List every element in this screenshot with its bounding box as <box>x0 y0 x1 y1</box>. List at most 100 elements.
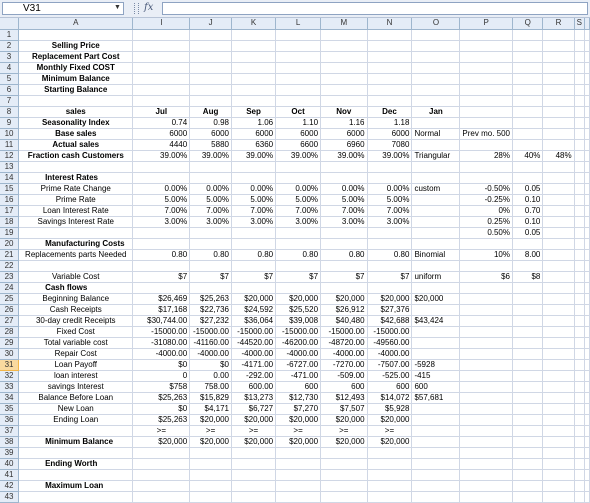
cell-p7[interactable] <box>459 95 513 107</box>
cell-q23[interactable]: $8 <box>512 271 544 283</box>
cell-a15[interactable]: Prime Rate Change <box>18 183 134 195</box>
cell-p18[interactable]: 0.25% <box>459 216 513 228</box>
cell-k28[interactable]: -15000.00 <box>231 326 277 338</box>
cell-l8[interactable]: Oct <box>275 106 322 118</box>
cell-j5[interactable] <box>189 73 232 85</box>
cell-p5[interactable] <box>459 73 513 85</box>
cell-k37[interactable]: >= <box>231 425 277 437</box>
cell-i3[interactable] <box>132 51 191 63</box>
row-header-27[interactable]: 27 <box>0 315 20 327</box>
cell-a26[interactable]: Cash Receipts <box>18 304 134 316</box>
column-header-p[interactable]: P <box>459 18 513 30</box>
cell-l29[interactable]: -46200.00 <box>275 337 322 349</box>
cell-p13[interactable] <box>459 161 513 173</box>
cell-n4[interactable] <box>367 62 413 74</box>
cell-l34[interactable]: $12,730 <box>275 392 322 404</box>
row-header-26[interactable]: 26 <box>0 304 20 316</box>
cell-m10[interactable]: 6000 <box>320 128 368 140</box>
cell-m41[interactable] <box>320 469 368 481</box>
cell-i15[interactable]: 0.00% <box>132 183 191 195</box>
cell-m28[interactable]: -15000.00 <box>320 326 368 338</box>
cell-l10[interactable]: 6000 <box>275 128 322 140</box>
cell-k11[interactable]: 6360 <box>231 139 277 151</box>
cell-l35[interactable]: $7,270 <box>275 403 322 415</box>
cell-p37[interactable] <box>459 425 513 437</box>
cell-m40[interactable] <box>320 458 368 470</box>
formula-input[interactable] <box>162 2 588 15</box>
cell-j28[interactable]: -15000.00 <box>189 326 232 338</box>
column-header-n[interactable]: N <box>367 18 413 30</box>
name-box-dropdown-icon[interactable]: ▼ <box>114 4 121 11</box>
cell-n30[interactable]: -4000.00 <box>367 348 413 360</box>
cell-a29[interactable]: Total variable cost <box>18 337 134 349</box>
cell-a39[interactable] <box>18 447 134 459</box>
row-header-35[interactable]: 35 <box>0 403 20 415</box>
cell-i14[interactable] <box>132 172 191 184</box>
column-header-o[interactable]: O <box>411 18 461 30</box>
cell-p6[interactable] <box>459 84 513 96</box>
cell-k14[interactable] <box>231 172 277 184</box>
cell-o18[interactable] <box>411 216 461 228</box>
cell-s23[interactable] <box>574 271 586 283</box>
row-header-17[interactable]: 17 <box>0 205 20 217</box>
cell-s31[interactable] <box>574 359 586 371</box>
cell-m43[interactable] <box>320 491 368 503</box>
cell-r19[interactable] <box>542 227 575 239</box>
cell-a34[interactable]: Balance Before Loan <box>18 392 134 404</box>
cell-j35[interactable]: $4,171 <box>189 403 232 415</box>
cell-i18[interactable]: 3.00% <box>132 216 191 228</box>
cell-a43[interactable] <box>18 491 134 503</box>
cell-l37[interactable]: >= <box>275 425 322 437</box>
cell-l31[interactable]: -6727.00 <box>275 359 322 371</box>
row-header-5[interactable]: 5 <box>0 73 20 85</box>
cell-a7[interactable] <box>18 95 134 107</box>
cell-o40[interactable] <box>411 458 461 470</box>
cell-r21[interactable] <box>542 249 575 261</box>
cell-l6[interactable] <box>275 84 322 96</box>
cell-r37[interactable] <box>542 425 575 437</box>
cell-n31[interactable]: -7507.00 <box>367 359 413 371</box>
cell-n8[interactable]: Dec <box>367 106 413 118</box>
cell-r40[interactable] <box>542 458 575 470</box>
cell-a8[interactable]: sales <box>18 106 134 118</box>
cell-j1[interactable] <box>189 29 232 41</box>
cell-p32[interactable] <box>459 370 513 382</box>
cell-i8[interactable]: Jul <box>132 106 191 118</box>
cell-a30[interactable]: Repair Cost <box>18 348 134 360</box>
cell-n37[interactable]: >= <box>367 425 413 437</box>
cell-s36[interactable] <box>574 414 586 426</box>
cell-i11[interactable]: 4440 <box>132 139 191 151</box>
cell-k18[interactable]: 3.00% <box>231 216 277 228</box>
cell-p22[interactable] <box>459 260 513 272</box>
cell-m16[interactable]: 5.00% <box>320 194 368 206</box>
row-header-11[interactable]: 11 <box>0 139 20 151</box>
cell-k33[interactable]: 600.00 <box>231 381 277 393</box>
cell-p1[interactable] <box>459 29 513 41</box>
cell-l20[interactable] <box>275 238 322 250</box>
cell-i12[interactable]: 39.00% <box>132 150 191 162</box>
cell-r13[interactable] <box>542 161 575 173</box>
cell-k36[interactable]: $20,000 <box>231 414 277 426</box>
row-header-3[interactable]: 3 <box>0 51 20 63</box>
cell-l18[interactable]: 3.00% <box>275 216 322 228</box>
cell-n1[interactable] <box>367 29 413 41</box>
cell-l27[interactable]: $39,008 <box>275 315 322 327</box>
cell-q33[interactable] <box>512 381 544 393</box>
cell-n39[interactable] <box>367 447 413 459</box>
cell-k43[interactable] <box>231 491 277 503</box>
cell-p30[interactable] <box>459 348 513 360</box>
cell-a20[interactable]: Manufacturing Costs <box>18 238 134 250</box>
cell-o21[interactable]: Binomial <box>411 249 461 261</box>
cell-l43[interactable] <box>275 491 322 503</box>
cell-m3[interactable] <box>320 51 368 63</box>
column-header-l[interactable]: L <box>275 18 322 30</box>
cell-q11[interactable] <box>512 139 544 151</box>
cell-s20[interactable] <box>574 238 586 250</box>
cell-p36[interactable] <box>459 414 513 426</box>
row-header-18[interactable]: 18 <box>0 216 20 228</box>
cell-j10[interactable]: 6000 <box>189 128 232 140</box>
cell-q9[interactable] <box>512 117 544 129</box>
cell-i32[interactable]: 0 <box>132 370 191 382</box>
cell-l32[interactable]: -471.00 <box>275 370 322 382</box>
cell-p29[interactable] <box>459 337 513 349</box>
